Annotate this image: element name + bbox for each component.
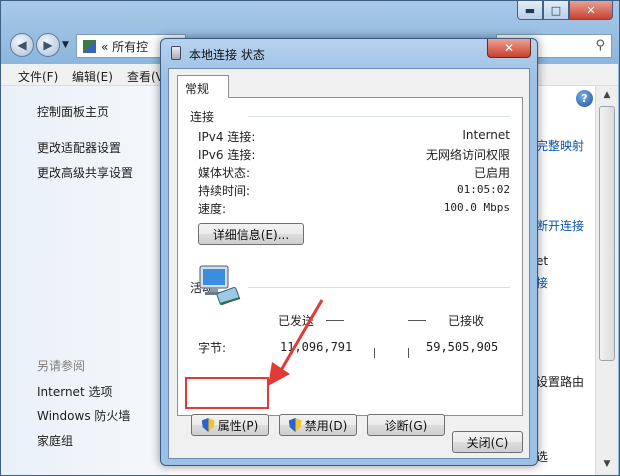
- network-adapter-icon: [171, 46, 181, 60]
- ipv4-value: Internet: [462, 128, 510, 142]
- scroll-down-icon[interactable]: ▼: [601, 459, 613, 471]
- bytes-received-value: 59,505,905: [426, 340, 499, 354]
- change-advanced-sharing-link[interactable]: 更改高级共享设置: [37, 164, 133, 181]
- received-connector: [408, 348, 409, 358]
- scroll-up-icon[interactable]: ▲: [601, 90, 613, 102]
- uac-shield-icon: [288, 418, 302, 432]
- properties-button[interactable]: 属性(P): [191, 414, 269, 436]
- tab-general[interactable]: 常规: [177, 75, 229, 98]
- menu-view[interactable]: 查看(V: [127, 68, 164, 85]
- general-tab-panel: 连接 IPv4 连接: Internet IPv6 连接: 无网络访问权限 媒体…: [177, 97, 523, 416]
- left-task-pane: 控制面板主页 更改适配器设置 更改高级共享设置 另请参阅 Internet 选项…: [1, 86, 169, 475]
- close-window-button[interactable]: ✕: [569, 1, 613, 20]
- media-state-value: 已启用: [473, 166, 510, 180]
- duration-label: 持续时间:: [198, 184, 251, 198]
- dialog-close-button[interactable]: ✕: [487, 39, 531, 58]
- annotation-arrow-icon: [268, 299, 324, 386]
- disable-button[interactable]: 禁用(D): [279, 414, 357, 436]
- minimize-button[interactable]: ▬: [517, 1, 543, 20]
- bytes-label: 字节:: [198, 341, 227, 355]
- internet-options-link[interactable]: Internet 选项: [37, 383, 112, 400]
- help-icon[interactable]: ?: [576, 90, 593, 107]
- network-activity-icon: [199, 265, 241, 305]
- full-map-link[interactable]: 完整映射: [536, 137, 584, 154]
- properties-button-label: 属性(P): [217, 418, 259, 433]
- uac-shield-icon: [201, 418, 215, 432]
- received-dash: [408, 320, 426, 321]
- address-text: « 所有控: [101, 39, 149, 54]
- diagnose-button[interactable]: 诊断(G): [367, 414, 445, 436]
- scrollbar-thumb[interactable]: [599, 106, 615, 361]
- ipv4-label: IPv4 连接:: [198, 130, 256, 144]
- ipv6-label: IPv6 连接:: [198, 148, 256, 162]
- window-controls: ▬ □ ✕: [517, 1, 613, 20]
- received-label: 已接收: [448, 314, 485, 328]
- sent-connector: [374, 348, 375, 358]
- change-adapter-settings-link[interactable]: 更改适配器设置: [37, 139, 121, 156]
- recent-pages-dropdown-icon[interactable]: ▼: [62, 40, 69, 50]
- disable-button-label: 禁用(D): [304, 418, 348, 433]
- details-button[interactable]: 详细信息(E)...: [198, 223, 304, 245]
- ipv6-value: 无网络访问权限: [425, 148, 510, 162]
- back-button[interactable]: ◀: [10, 33, 34, 57]
- windows-firewall-link[interactable]: Windows 防火墙: [37, 407, 130, 424]
- properties-highlight-box: [185, 377, 269, 409]
- control-panel-home-link[interactable]: 控制面板主页: [37, 103, 109, 120]
- maximize-button[interactable]: □: [543, 1, 569, 20]
- setup-router-fragment[interactable]: 设置路由: [536, 373, 584, 390]
- speed-label: 速度:: [198, 202, 227, 216]
- menu-edit[interactable]: 编辑(E): [72, 68, 113, 85]
- connection-group-title: 连接: [190, 110, 215, 124]
- dialog-title: 本地连接 状态: [189, 48, 265, 62]
- activity-group-divider: [248, 287, 510, 288]
- forward-button[interactable]: ▶: [36, 33, 60, 57]
- speed-value: 100.0 Mbps: [443, 201, 510, 214]
- disconnect-link[interactable]: 断开连接: [536, 217, 584, 234]
- connection-group-divider: [248, 116, 510, 117]
- back-arrow-icon: ◀: [17, 38, 27, 52]
- menu-file[interactable]: 文件(F): [18, 68, 58, 85]
- control-panel-icon: [83, 39, 96, 53]
- forward-arrow-icon: ▶: [43, 38, 53, 52]
- see-also-heading: 另请参阅: [37, 359, 86, 373]
- vertical-scrollbar[interactable]: ▲ ▼: [595, 86, 618, 475]
- search-icon[interactable]: ⚲: [595, 38, 605, 53]
- media-state-label: 媒体状态:: [198, 166, 251, 180]
- homegroup-link[interactable]: 家庭组: [37, 432, 73, 449]
- duration-value: 01:05:02: [457, 183, 510, 196]
- close-button[interactable]: 关闭(C): [452, 431, 523, 453]
